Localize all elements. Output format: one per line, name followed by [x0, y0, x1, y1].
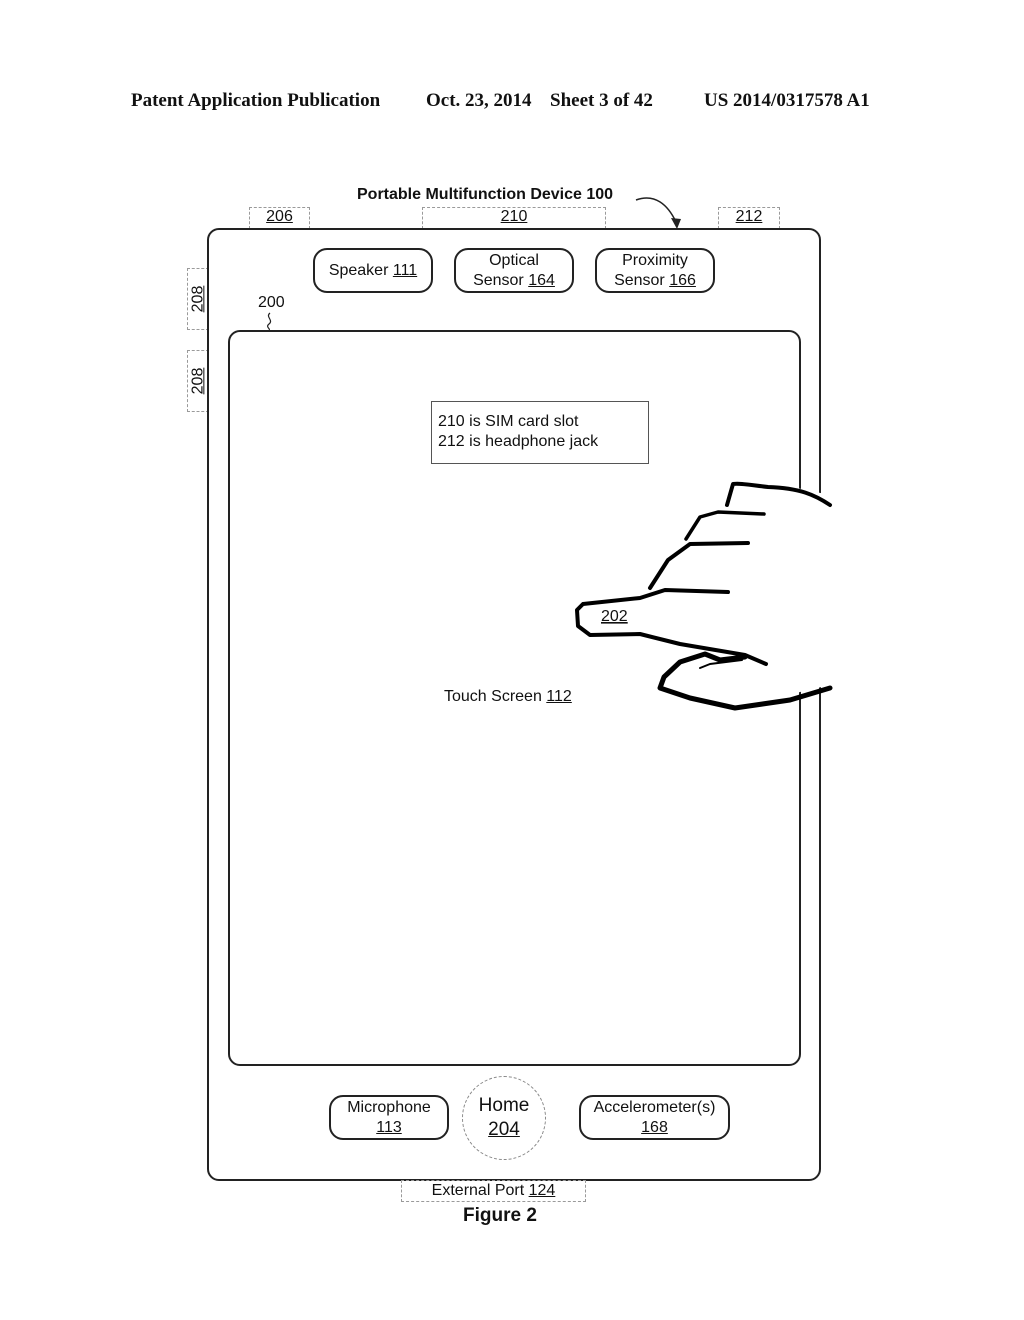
home-button-ref: 204 — [488, 1119, 520, 1140]
external-port-name: External Port — [431, 1182, 525, 1199]
device-pointer-arrow — [635, 197, 677, 223]
external-port-ref: 124 — [528, 1182, 556, 1199]
accelerometer-component: Accelerometer(s) 168 — [579, 1095, 730, 1140]
microphone-component: Microphone 113 — [329, 1095, 449, 1140]
accelerometer-ref: 168 — [641, 1118, 668, 1136]
external-port-box: External Port 124 — [401, 1180, 586, 1202]
figure-caption: Figure 2 — [463, 1205, 537, 1226]
home-button[interactable]: Home 204 — [462, 1076, 546, 1160]
accelerometer-name: Accelerometer(s) — [593, 1098, 716, 1116]
microphone-name: Microphone — [347, 1098, 431, 1116]
finger-ref-202: 202 — [601, 608, 628, 625]
home-button-name: Home — [478, 1095, 530, 1116]
microphone-ref: 113 — [376, 1118, 402, 1136]
arrowhead-icon — [671, 218, 681, 229]
ref-200-leader — [267, 312, 272, 331]
